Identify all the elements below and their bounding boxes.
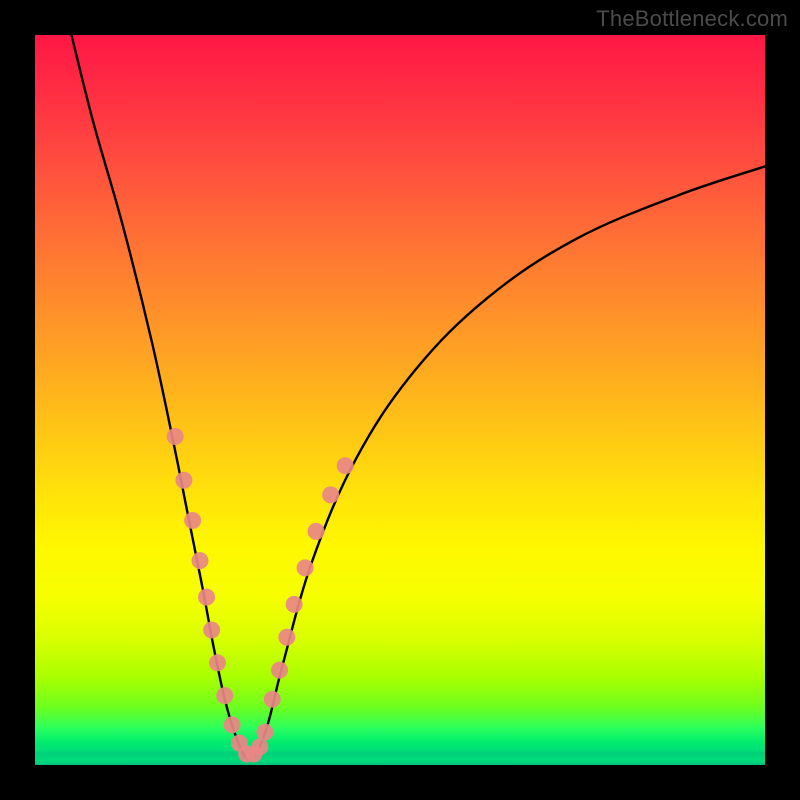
left-branch-dots [167, 428, 274, 763]
marker-dot [271, 662, 288, 679]
right-branch-dots [264, 457, 354, 708]
marker-dot [198, 589, 215, 606]
marker-dot [278, 629, 295, 646]
marker-dot [167, 428, 184, 445]
marker-dot [322, 486, 339, 503]
marker-dot [191, 552, 208, 569]
bottleneck-curve-path [72, 35, 766, 759]
marker-dot [308, 523, 325, 540]
marker-dot [224, 716, 241, 733]
marker-dot [264, 691, 281, 708]
watermark-label: TheBottleneck.com [596, 6, 788, 32]
marker-dot [337, 457, 354, 474]
marker-dot [256, 724, 273, 741]
plot-area [35, 35, 765, 765]
curve-svg [35, 35, 765, 765]
marker-dot [175, 472, 192, 489]
marker-dot [251, 738, 268, 755]
marker-dot [297, 559, 314, 576]
marker-dot [216, 687, 233, 704]
marker-dot [203, 621, 220, 638]
chart-frame: TheBottleneck.com [0, 0, 800, 800]
marker-dot [209, 654, 226, 671]
marker-dot [286, 596, 303, 613]
marker-dot [184, 512, 201, 529]
